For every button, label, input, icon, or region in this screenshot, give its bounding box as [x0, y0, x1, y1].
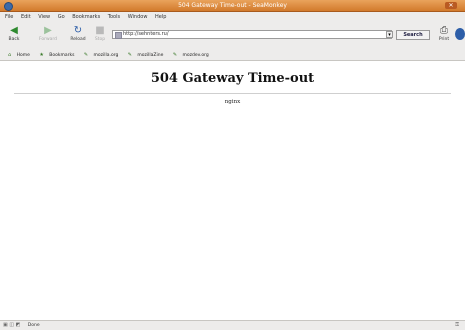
- window-title: 504 Gateway Time-out - SeaMonkey: [178, 2, 287, 9]
- bookmark-home[interactable]: ⌂ Home: [4, 52, 30, 58]
- back-button[interactable]: ◀ Back: [4, 24, 24, 48]
- link-icon: ✎: [127, 52, 132, 58]
- bookmarks-toolbar: ⌂ Home ★ Bookmarks ✎ mozilla.org ✎ mozil…: [0, 50, 465, 61]
- close-button[interactable]: ✕: [445, 2, 457, 9]
- forward-arrow-icon: ▶: [44, 25, 52, 36]
- menu-go[interactable]: Go: [58, 14, 65, 20]
- reload-button[interactable]: ↻ Reload: [68, 24, 88, 48]
- bookmark-mozilla-org[interactable]: ✎ mozilla.org: [80, 52, 118, 58]
- bookmark-mozillazine[interactable]: ✎ mozillaZine: [124, 52, 164, 58]
- menu-edit[interactable]: Edit: [21, 14, 31, 20]
- dropdown-arrow-icon[interactable]: ▾: [386, 31, 393, 38]
- bookmark-mozdev-org[interactable]: ✎ mozdev.org: [169, 52, 209, 58]
- stop-button[interactable]: ■ Stop: [90, 24, 110, 48]
- home-icon: ⌂: [8, 52, 12, 58]
- forward-button[interactable]: ▶ Forward: [38, 24, 58, 48]
- stop-icon: ■: [95, 25, 105, 36]
- url-text: http://​sehnters.ru/: [123, 31, 169, 37]
- page-icon: [115, 32, 122, 39]
- menu-bookmarks[interactable]: Bookmarks: [72, 14, 100, 20]
- url-input[interactable]: http://​sehnters.ru/: [112, 30, 392, 39]
- reload-icon: ↻: [73, 25, 83, 36]
- bookmark-bookmarks[interactable]: ★ Bookmarks: [35, 52, 74, 58]
- throbber-icon: [455, 28, 465, 40]
- divider: [14, 93, 451, 94]
- back-arrow-icon: ◀: [10, 25, 18, 36]
- print-button[interactable]: ⎙ Print: [434, 24, 454, 48]
- status-icons: ▣ ◫ ◩: [3, 322, 21, 328]
- menu-help[interactable]: Help: [155, 14, 166, 20]
- page-heading: 504 Gateway Time-out: [150, 71, 315, 86]
- link-icon: ✎: [172, 52, 178, 58]
- menu-file[interactable]: File: [5, 14, 13, 20]
- menu-window[interactable]: Window: [128, 14, 148, 20]
- page-content: 504 Gateway Time-out nginx: [0, 61, 465, 320]
- search-button[interactable]: Search: [396, 30, 430, 40]
- title-bar: 504 Gateway Time-out - SeaMonkey ✕: [0, 0, 465, 12]
- menu-tools[interactable]: Tools: [108, 14, 120, 20]
- bookmark-icon: ★: [39, 52, 44, 58]
- menu-view[interactable]: View: [38, 14, 50, 20]
- printer-icon: ⎙: [440, 25, 448, 36]
- server-signature: nginx: [224, 99, 241, 105]
- link-icon: ✎: [83, 52, 89, 58]
- search-label: Search: [403, 32, 423, 38]
- status-text: Done: [27, 323, 40, 328]
- menu-bar: File Edit View Go Bookmarks Tools Window…: [0, 12, 465, 22]
